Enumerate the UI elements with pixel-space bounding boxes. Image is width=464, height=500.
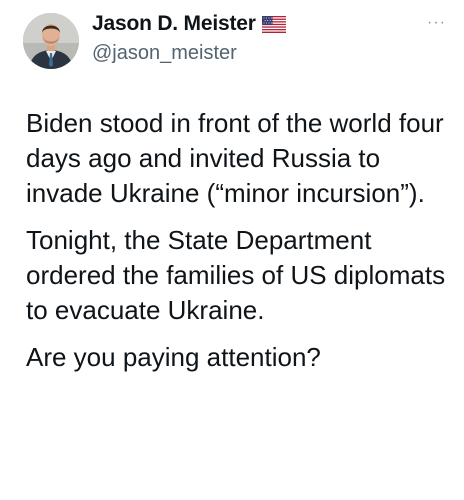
- author-handle[interactable]: @jason_meister: [92, 42, 237, 65]
- author-name[interactable]: Jason D. Meister: [92, 12, 256, 36]
- profile-photo-icon: [23, 13, 79, 69]
- tweet-paragraph: Tonight, the State Department ordered th…: [26, 225, 446, 325]
- us-flag-icon: [261, 16, 286, 33]
- author-name-row: Jason D. Meister: [92, 12, 286, 36]
- more-options-icon[interactable]: ···: [427, 15, 446, 31]
- tweet-card: Jason D. Meister @jason_meister ··· Bide…: [0, 0, 464, 500]
- tweet-paragraph: Biden stood in front of the world four d…: [26, 108, 444, 208]
- tweet-text: Biden stood in front of the world four d…: [26, 106, 458, 375]
- tweet-paragraph: Are you paying attention?: [26, 342, 321, 372]
- avatar[interactable]: [23, 13, 79, 69]
